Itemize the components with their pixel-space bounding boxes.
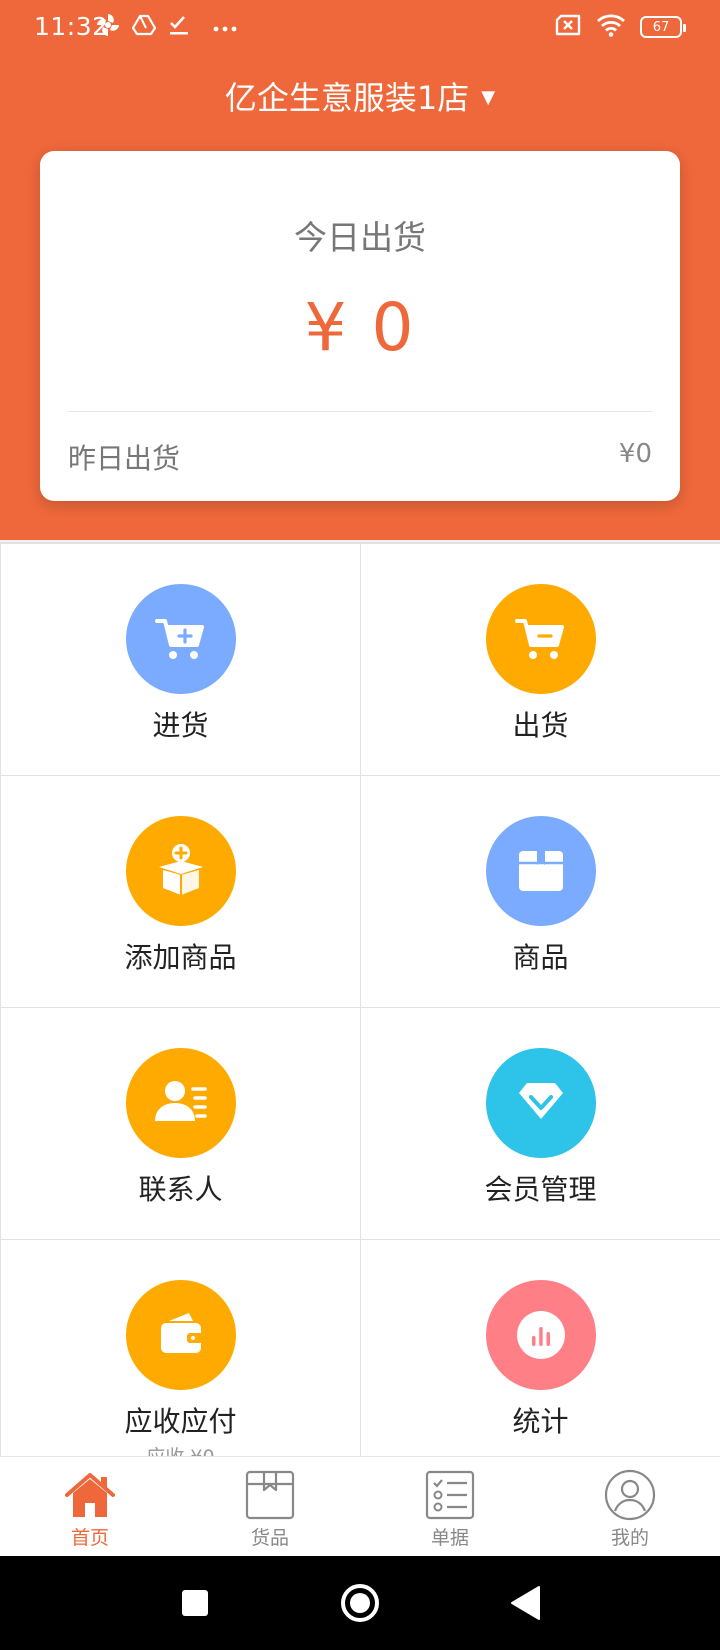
nav-label: 首页 [70, 1527, 109, 1549]
today-sales-label: 今日出货 [294, 218, 426, 257]
tile-label: 进货 [152, 709, 209, 742]
tile-receivables[interactable]: 应收应付 应收 ¥0 [1, 1240, 360, 1456]
nav-label: 货品 [250, 1527, 289, 1549]
wallet-icon [125, 1280, 236, 1390]
tile-purchase[interactable]: 进货 [1, 544, 360, 775]
nav-goods[interactable]: 货品 [180, 1457, 360, 1557]
back-triangle-icon [511, 1586, 540, 1620]
list-icon [425, 1469, 475, 1521]
header: 11:32 67 亿企生意服装1店 ▼ 今日出货 ¥ 0 昨日出货 ¥0 [0, 0, 720, 540]
home-button[interactable] [335, 1556, 385, 1650]
status-bar: 11:32 67 [0, 0, 720, 54]
back-button[interactable] [500, 1556, 550, 1650]
user-icon [604, 1469, 656, 1521]
tile-products[interactable]: 商品 [361, 776, 720, 1007]
nav-documents[interactable]: 单据 [360, 1457, 540, 1557]
nav-label: 我的 [610, 1527, 649, 1549]
diamond-icon [485, 1048, 596, 1158]
card-divider [68, 411, 652, 412]
wifi-icon [596, 13, 626, 41]
cart-plus-icon [125, 584, 236, 694]
tile-sales-out[interactable]: 出货 [361, 544, 720, 775]
bottom-nav: 首页 货品 单据 我的 [0, 1456, 720, 1556]
caret-down-icon: ▼ [481, 86, 496, 108]
tile-label: 商品 [512, 941, 569, 974]
recents-button[interactable] [170, 1556, 220, 1650]
box-add-icon [125, 816, 236, 926]
tile-add-product[interactable]: 添加商品 [1, 776, 360, 1007]
yesterday-sales-label: 昨日出货 [68, 442, 181, 475]
battery-icon: 67 [640, 16, 686, 38]
status-icons-right: 67 [554, 13, 686, 41]
tile-label: 应收应付 [124, 1405, 237, 1438]
tile-label: 添加商品 [124, 941, 237, 974]
function-grid: 进货 出货 添加商品 商品 联系人 会员管理 应收应付 统计 [0, 542, 720, 1456]
tile-label: 统计 [512, 1405, 569, 1438]
tile-contacts[interactable]: 联系人 [1, 1008, 360, 1239]
more-dots-icon [212, 18, 238, 37]
contact-icon [125, 1048, 236, 1158]
circle-icon [341, 1584, 379, 1622]
battery-level: 67 [652, 19, 670, 35]
tile-membership[interactable]: 会员管理 [361, 1008, 720, 1239]
nav-home[interactable]: 首页 [0, 1457, 180, 1557]
tile-statistics[interactable]: 统计 [361, 1240, 720, 1456]
stats-icon [485, 1280, 596, 1390]
tile-label: 会员管理 [484, 1173, 597, 1206]
task-check-icon [168, 14, 190, 40]
today-sales-amount: ¥ 0 [304, 289, 416, 366]
store-name: 亿企生意服装1店 [224, 79, 470, 117]
no-sim-icon [554, 14, 582, 40]
store-selector[interactable]: 亿企生意服装1店 ▼ [0, 68, 720, 124]
receivables-summary: 应收 ¥0 [1, 1442, 360, 1456]
square-icon [182, 1590, 208, 1616]
home-icon [63, 1469, 117, 1521]
nav-profile[interactable]: 我的 [540, 1457, 720, 1557]
box-icon [485, 816, 596, 926]
goods-icon [245, 1469, 295, 1521]
system-nav-bar [0, 1556, 720, 1650]
pinwheel-icon [96, 13, 120, 41]
status-icons-left [96, 14, 238, 40]
nav-label: 单据 [430, 1527, 469, 1549]
yesterday-sales-amount: ¥0 [618, 439, 652, 469]
drive-icon [131, 14, 157, 40]
tile-label: 联系人 [138, 1173, 223, 1206]
cart-minus-icon [485, 584, 596, 694]
tile-label: 出货 [512, 709, 569, 742]
sales-card[interactable]: 今日出货 ¥ 0 昨日出货 ¥0 [40, 151, 680, 501]
